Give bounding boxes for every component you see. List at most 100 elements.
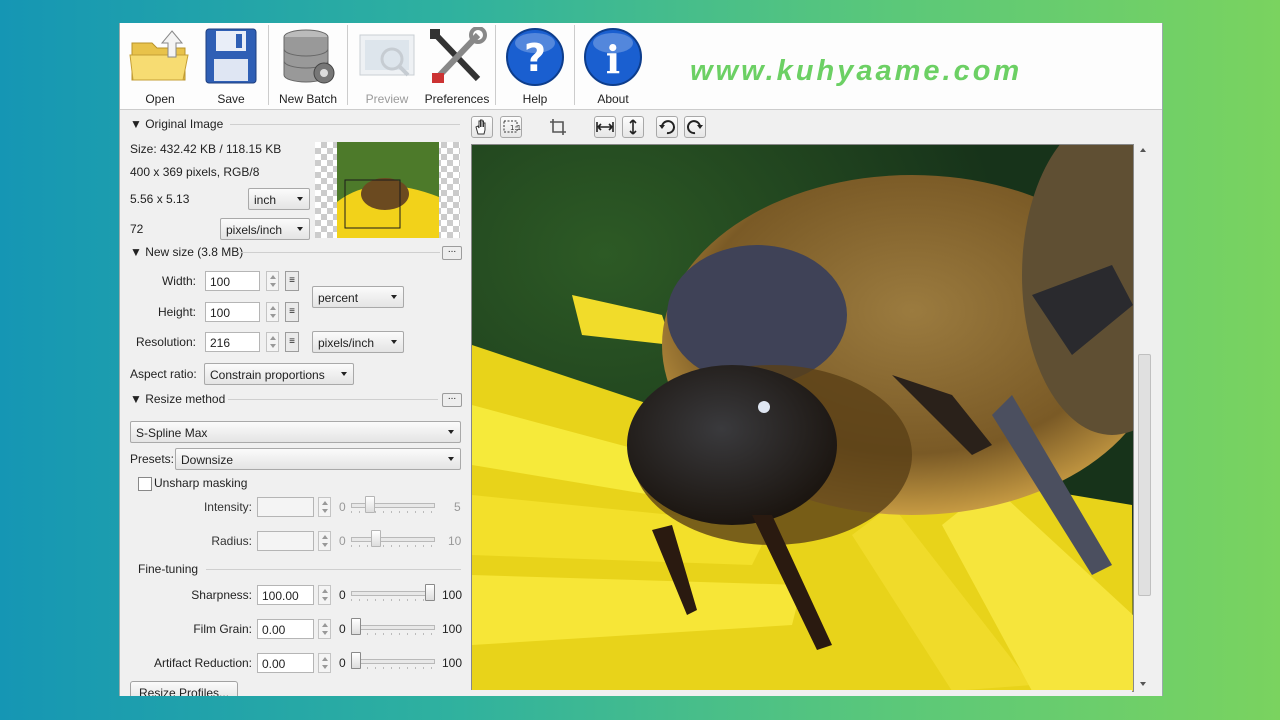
toolbar-separator [495, 25, 496, 105]
film-grain-min: 0 [339, 622, 346, 636]
sharpness-max: 100 [442, 588, 463, 602]
save-button[interactable]: Save [198, 25, 264, 109]
rotate-left-button[interactable] [656, 116, 678, 138]
new-size-more-button[interactable]: ... [442, 245, 462, 260]
tools-icon [430, 27, 487, 83]
film-grain-slider[interactable] [351, 617, 435, 639]
resize-profiles-button[interactable]: Resize Profiles... [130, 681, 239, 696]
open-button[interactable]: Open [124, 25, 196, 109]
artifact-reduction-max: 100 [442, 656, 463, 670]
height-label: Height: [157, 305, 196, 319]
crop-tool-button[interactable] [547, 116, 569, 138]
resize-method-value: S-Spline Max [136, 426, 208, 440]
original-size-text: Size: 432.42 KB / 118.15 KB [130, 142, 282, 156]
width-input[interactable]: 100 [205, 271, 260, 291]
app-window: Open Save New Batch Preview Preferences … [119, 23, 1163, 696]
original-pixels-text: 400 x 369 pixels, RGB/8 [130, 165, 260, 179]
image-preview-canvas[interactable] [471, 144, 1134, 692]
settings-panel: ▼ Original Image Size: 432.42 KB / 118.1… [120, 110, 465, 696]
original-thumbnail[interactable] [315, 142, 460, 238]
database-icon [283, 29, 335, 84]
aspect-ratio-label: Aspect ratio: [130, 367, 197, 381]
about-button[interactable]: i About [578, 25, 648, 109]
intensity-label: Intensity: [203, 500, 252, 514]
toolbar-separator [347, 25, 348, 105]
resize-method-select[interactable]: S-Spline Max [130, 421, 461, 443]
rotate-right-button[interactable] [684, 116, 706, 138]
resolution-label: Resolution: [135, 335, 196, 349]
toolbar-separator [574, 25, 575, 105]
fine-tuning-header: Fine-tuning [138, 562, 199, 576]
unsharp-checkbox[interactable] [138, 477, 152, 491]
film-grain-max: 100 [442, 622, 463, 636]
vertical-scrollbar[interactable] [1135, 144, 1153, 690]
bee-thumbnail-icon [337, 142, 439, 238]
resolution-spinner[interactable] [266, 332, 279, 352]
flip-horizontal-button[interactable] [594, 116, 616, 138]
svg-text:?: ? [524, 36, 546, 80]
resolution-input[interactable]: 216 [205, 332, 260, 352]
artifact-reduction-label: Artifact Reduction: [153, 656, 252, 670]
new-resolution-unit-select[interactable]: pixels/inch [312, 331, 404, 353]
radius-spinner [318, 531, 331, 551]
resolution-link-button[interactable]: ≡ [285, 332, 299, 352]
aspect-ratio-value: Constrain proportions [210, 368, 325, 382]
rotate-left-icon [659, 120, 675, 135]
original-image-header[interactable]: ▼ Original Image [130, 117, 223, 131]
height-link-button[interactable]: ≡ [285, 302, 299, 322]
rotate-right-icon [687, 120, 703, 135]
selection-tool-button[interactable]: 1:1 [500, 116, 522, 138]
preferences-button[interactable]: Preferences [424, 25, 490, 109]
aspect-ratio-select[interactable]: Constrain proportions [204, 363, 354, 385]
width-spinner[interactable] [266, 271, 279, 291]
dimension-unit-value: inch [254, 193, 277, 207]
radius-max: 10 [448, 534, 462, 548]
radius-label: Radius: [211, 534, 252, 548]
preview-label: Preview [365, 92, 409, 106]
sharpness-slider[interactable] [351, 583, 435, 605]
divider [240, 252, 440, 253]
resize-method-header[interactable]: ▼ Resize method [130, 392, 225, 406]
resolution-unit-select[interactable]: pixels/inch [220, 218, 310, 240]
divider [228, 399, 438, 400]
dimension-unit-select[interactable]: inch [248, 188, 310, 210]
help-button[interactable]: ? Help [500, 25, 570, 109]
film-grain-input[interactable]: 0.00 [257, 619, 314, 639]
hand-tool-button[interactable] [471, 116, 493, 138]
new-batch-button[interactable]: New Batch [272, 25, 344, 109]
divider [206, 569, 461, 570]
artifact-reduction-spinner[interactable] [318, 653, 331, 673]
presets-select[interactable]: Downsize [175, 448, 461, 470]
selection-icon: 1:1 [503, 120, 521, 133]
scroll-down-arrow-icon[interactable] [1140, 682, 1146, 686]
radius-input [257, 531, 314, 551]
scroll-up-arrow-icon[interactable] [1140, 148, 1146, 152]
sharpness-spinner[interactable] [318, 585, 331, 605]
resize-method-more-button[interactable]: ... [442, 392, 462, 407]
artifact-reduction-input[interactable]: 0.00 [257, 653, 314, 673]
sharpness-input[interactable]: 100.00 [257, 585, 314, 605]
film-grain-label: Film Grain: [193, 622, 252, 636]
watermark-text: www.kuhyaame.com [690, 55, 1023, 87]
sharpness-label: Sharpness: [191, 588, 252, 602]
width-link-button[interactable]: ≡ [285, 271, 299, 291]
intensity-spinner [318, 497, 331, 517]
help-icon: ? [506, 28, 564, 86]
svg-text:i: i [606, 37, 620, 82]
size-unit-select[interactable]: percent [312, 286, 404, 308]
preview-icon [359, 34, 415, 77]
height-spinner[interactable] [266, 302, 279, 322]
height-input[interactable]: 100 [205, 302, 260, 322]
toolbar-separator [268, 25, 269, 105]
bee-photo-image [472, 145, 1133, 691]
intensity-min: 0 [339, 500, 346, 514]
vertical-scroll-thumb[interactable] [1138, 354, 1151, 596]
horizontal-scrollbar[interactable] [471, 690, 1132, 696]
new-size-header[interactable]: ▼ New size (3.8 MB) [130, 245, 243, 259]
preferences-label: Preferences [424, 92, 490, 106]
radius-min: 0 [339, 534, 346, 548]
flip-vertical-button[interactable] [622, 116, 644, 138]
film-grain-spinner[interactable] [318, 619, 331, 639]
artifact-reduction-slider[interactable] [351, 651, 435, 673]
main-toolbar: Open Save New Batch Preview Preferences … [120, 23, 1162, 110]
